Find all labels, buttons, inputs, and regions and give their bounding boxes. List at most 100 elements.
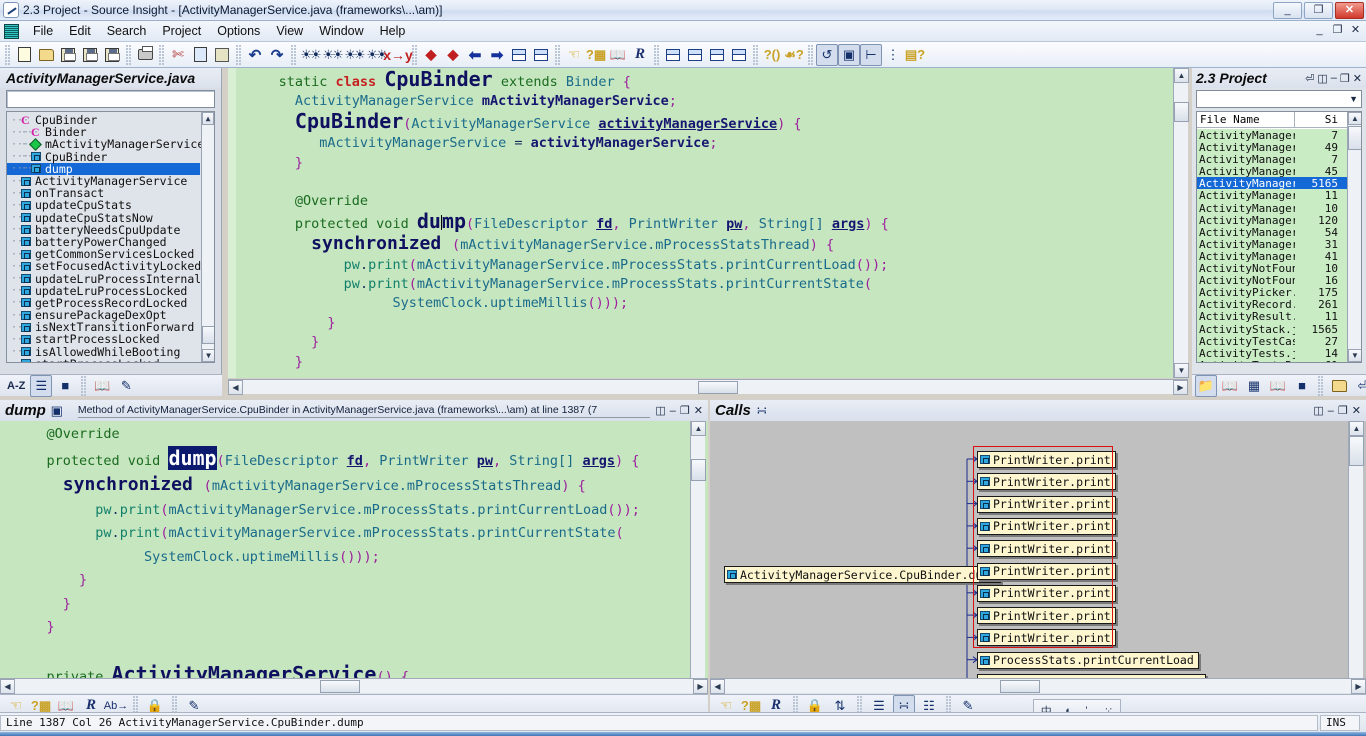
dump-hscrollbar-thumb[interactable] — [320, 680, 360, 693]
toolbar-grip-4[interactable] — [236, 44, 241, 65]
calls-restore-icon[interactable]: ◫ — [1313, 404, 1323, 417]
file-list-row[interactable]: ActivityNotFound 16 — [1197, 274, 1347, 287]
editor-scroll-up-icon[interactable]: ▲ — [1174, 68, 1189, 83]
back-arrow-icon[interactable]: ⬅ — [464, 44, 486, 66]
menu-item-options[interactable]: Options — [209, 22, 268, 40]
file-list-row[interactable]: ActivityResult.j 11 — [1197, 310, 1347, 323]
toolbar-grip-8[interactable] — [654, 44, 659, 65]
dump-scrollbar-thumb[interactable] — [691, 459, 706, 481]
file-list-row[interactable]: ActivityStack.ja 1565 — [1197, 322, 1347, 335]
loop-icon[interactable]: ↺ — [816, 43, 838, 66]
paste-icon[interactable] — [211, 44, 233, 66]
redo-icon[interactable]: ↷ — [266, 44, 288, 66]
column-header-file-name[interactable]: File Name — [1197, 112, 1295, 127]
save-all-icon[interactable] — [101, 44, 123, 66]
restore-window-icon[interactable]: ◫ — [1317, 72, 1327, 85]
file-list-row[interactable]: ActivityManager_ 41 — [1197, 249, 1347, 263]
jump-back-icon[interactable]: ◆ — [420, 44, 442, 66]
menu-item-file[interactable]: File — [25, 22, 61, 40]
dump-minimize-button[interactable]: – — [670, 405, 676, 417]
call-graph-child-node[interactable]: ProcessStats.printCurrentLoad — [977, 651, 1199, 669]
close-button[interactable]: ✕ — [1335, 2, 1364, 19]
browse-icon[interactable]: 📖 — [607, 44, 629, 66]
toolbar-grip-3[interactable] — [159, 44, 164, 65]
calls-vertical-scrollbar[interactable]: ▲ ▼ — [1348, 421, 1364, 693]
search-backward-icon[interactable]: ☀☀ — [321, 44, 343, 66]
menu-item-help[interactable]: Help — [372, 22, 414, 40]
highlight-icon[interactable]: ☜ — [563, 44, 585, 66]
horizontal-split-icon[interactable] — [684, 44, 706, 66]
calls-horizontal-scrollbar[interactable]: ◀ ▶ — [710, 678, 1366, 694]
editor-hscrollbar-thumb[interactable] — [698, 381, 738, 394]
new-file-icon[interactable] — [13, 44, 35, 66]
column-header-size[interactable]: Si — [1295, 112, 1341, 127]
file-list-row[interactable]: ActivityTestCase 27 — [1197, 334, 1347, 347]
sort-alpha-icon[interactable]: A-Z — [4, 380, 28, 392]
replace-icon[interactable]: x→y — [383, 44, 413, 66]
hierarchy-icon[interactable]: ⋮ — [882, 44, 904, 66]
file-list-row[interactable]: ActivityManagerP 7 — [1197, 153, 1347, 166]
toolbar-grip-9[interactable] — [753, 44, 758, 65]
dump-scroll-left-icon[interactable]: ◀ — [0, 679, 15, 694]
calls-scroll-right-icon[interactable]: ▶ — [1351, 679, 1366, 694]
outdent-icon[interactable]: ⊢ — [860, 43, 882, 66]
project-file-list[interactable]: File Name Si ActivityManagerP 7 ActivityMa… — [1196, 111, 1362, 363]
file-list-row[interactable]: ActivityRecord.j 261 — [1197, 298, 1347, 311]
symbol-types-icon-rp[interactable]: ■ — [1291, 375, 1313, 397]
project-symbols-icon[interactable]: 📖 — [1219, 375, 1241, 397]
selection-icon[interactable]: ▣ — [838, 43, 860, 66]
mdi-close-button[interactable]: ✕ — [1348, 24, 1363, 38]
scroll-down-arrow-icon[interactable]: ▼ — [202, 349, 214, 362]
toolbar-grip-10[interactable] — [808, 44, 813, 65]
forward-arrow-icon[interactable]: ➡ — [486, 44, 508, 66]
editor-scrollbar-thumb[interactable] — [1174, 102, 1189, 122]
symbol-info-icon[interactable]: ?▦ — [585, 44, 607, 66]
context-help-icon[interactable]: ▤? — [904, 44, 926, 66]
file-list-row[interactable]: ActivityManagerT 54 — [1197, 225, 1347, 238]
menu-item-edit[interactable]: Edit — [61, 22, 99, 40]
search-forward-icon[interactable]: ☀☀ — [343, 44, 365, 66]
symbol-tree-scrollbar[interactable]: ▲ ▼ — [201, 112, 214, 362]
calls-scroll-up-icon[interactable]: ▲ — [1349, 421, 1364, 436]
symbol-filter-input[interactable] — [6, 90, 215, 108]
file-list-row[interactable]: ActivityManagerT 120 — [1197, 213, 1347, 226]
symbol-types-icon[interactable]: ■ — [54, 375, 76, 397]
pointer-help-icon[interactable]: ☙? — [783, 44, 805, 66]
undo-icon[interactable]: ↶ — [244, 44, 266, 66]
symbol-list-icon[interactable]: ☰ — [30, 374, 53, 397]
save-icon[interactable] — [57, 44, 79, 66]
editor-code-text[interactable]: static class CpuBinder extends Binder { … — [238, 69, 1188, 372]
file-list-row[interactable]: ActivityManagerP 49 — [1197, 141, 1347, 154]
file-list-row[interactable]: ActivityTestsBas61 — [1197, 358, 1347, 362]
toolbar-grip-7[interactable] — [555, 44, 560, 65]
dump-scroll-right-icon[interactable]: ▶ — [693, 679, 708, 694]
editor-scroll-down-icon[interactable]: ▼ — [1174, 363, 1189, 378]
calls-scroll-left-icon[interactable]: ◀ — [710, 679, 725, 694]
copy-icon[interactable] — [189, 44, 211, 66]
calls-hscrollbar-thumb[interactable] — [1000, 680, 1040, 693]
browse-icon-lp[interactable]: 📖 — [91, 375, 113, 397]
selection-icon-dp[interactable]: ▣ — [46, 400, 68, 422]
file-scrollbar-thumb[interactable] — [1348, 126, 1361, 150]
calls-graph[interactable]: ActivityManagerService.CpuBinder.dump Pri… — [710, 421, 1366, 693]
editor-vertical-scrollbar[interactable]: ▲ ▼ — [1173, 68, 1189, 378]
dump-code-area[interactable]: @Override protected void dump(FileDescri… — [0, 421, 708, 693]
print-icon[interactable] — [134, 44, 156, 66]
dump-maximize-button[interactable]: ❐ — [680, 404, 690, 417]
file-scroll-up-icon[interactable]: ▲ — [1348, 112, 1361, 125]
file-list-row[interactable]: ActivityManager_ 31 — [1197, 237, 1347, 250]
function-icon[interactable]: ?() — [761, 44, 783, 66]
file-scroll-down-icon[interactable]: ▼ — [1348, 349, 1361, 362]
file-list-row[interactable]: ActivityTests.ja 14 — [1197, 346, 1347, 359]
calls-close-button[interactable]: ✕ — [1352, 404, 1361, 417]
toolbar-grip-lp[interactable] — [81, 375, 87, 396]
project-close-button[interactable]: ✕ — [1353, 72, 1362, 85]
file-list-row[interactable]: ActivityManagerS 5165 — [1197, 177, 1347, 190]
menu-item-view[interactable]: View — [268, 22, 311, 40]
file-properties-icon[interactable]: ✎ — [115, 375, 137, 397]
cut-icon[interactable]: ✄ — [167, 44, 189, 66]
restore-button[interactable]: ❐ — [1304, 2, 1333, 19]
project-filter-dropdown[interactable]: ▼ — [1196, 90, 1362, 108]
open-project-icon[interactable] — [1328, 375, 1350, 397]
calls-minimize-button[interactable]: – — [1328, 405, 1334, 417]
